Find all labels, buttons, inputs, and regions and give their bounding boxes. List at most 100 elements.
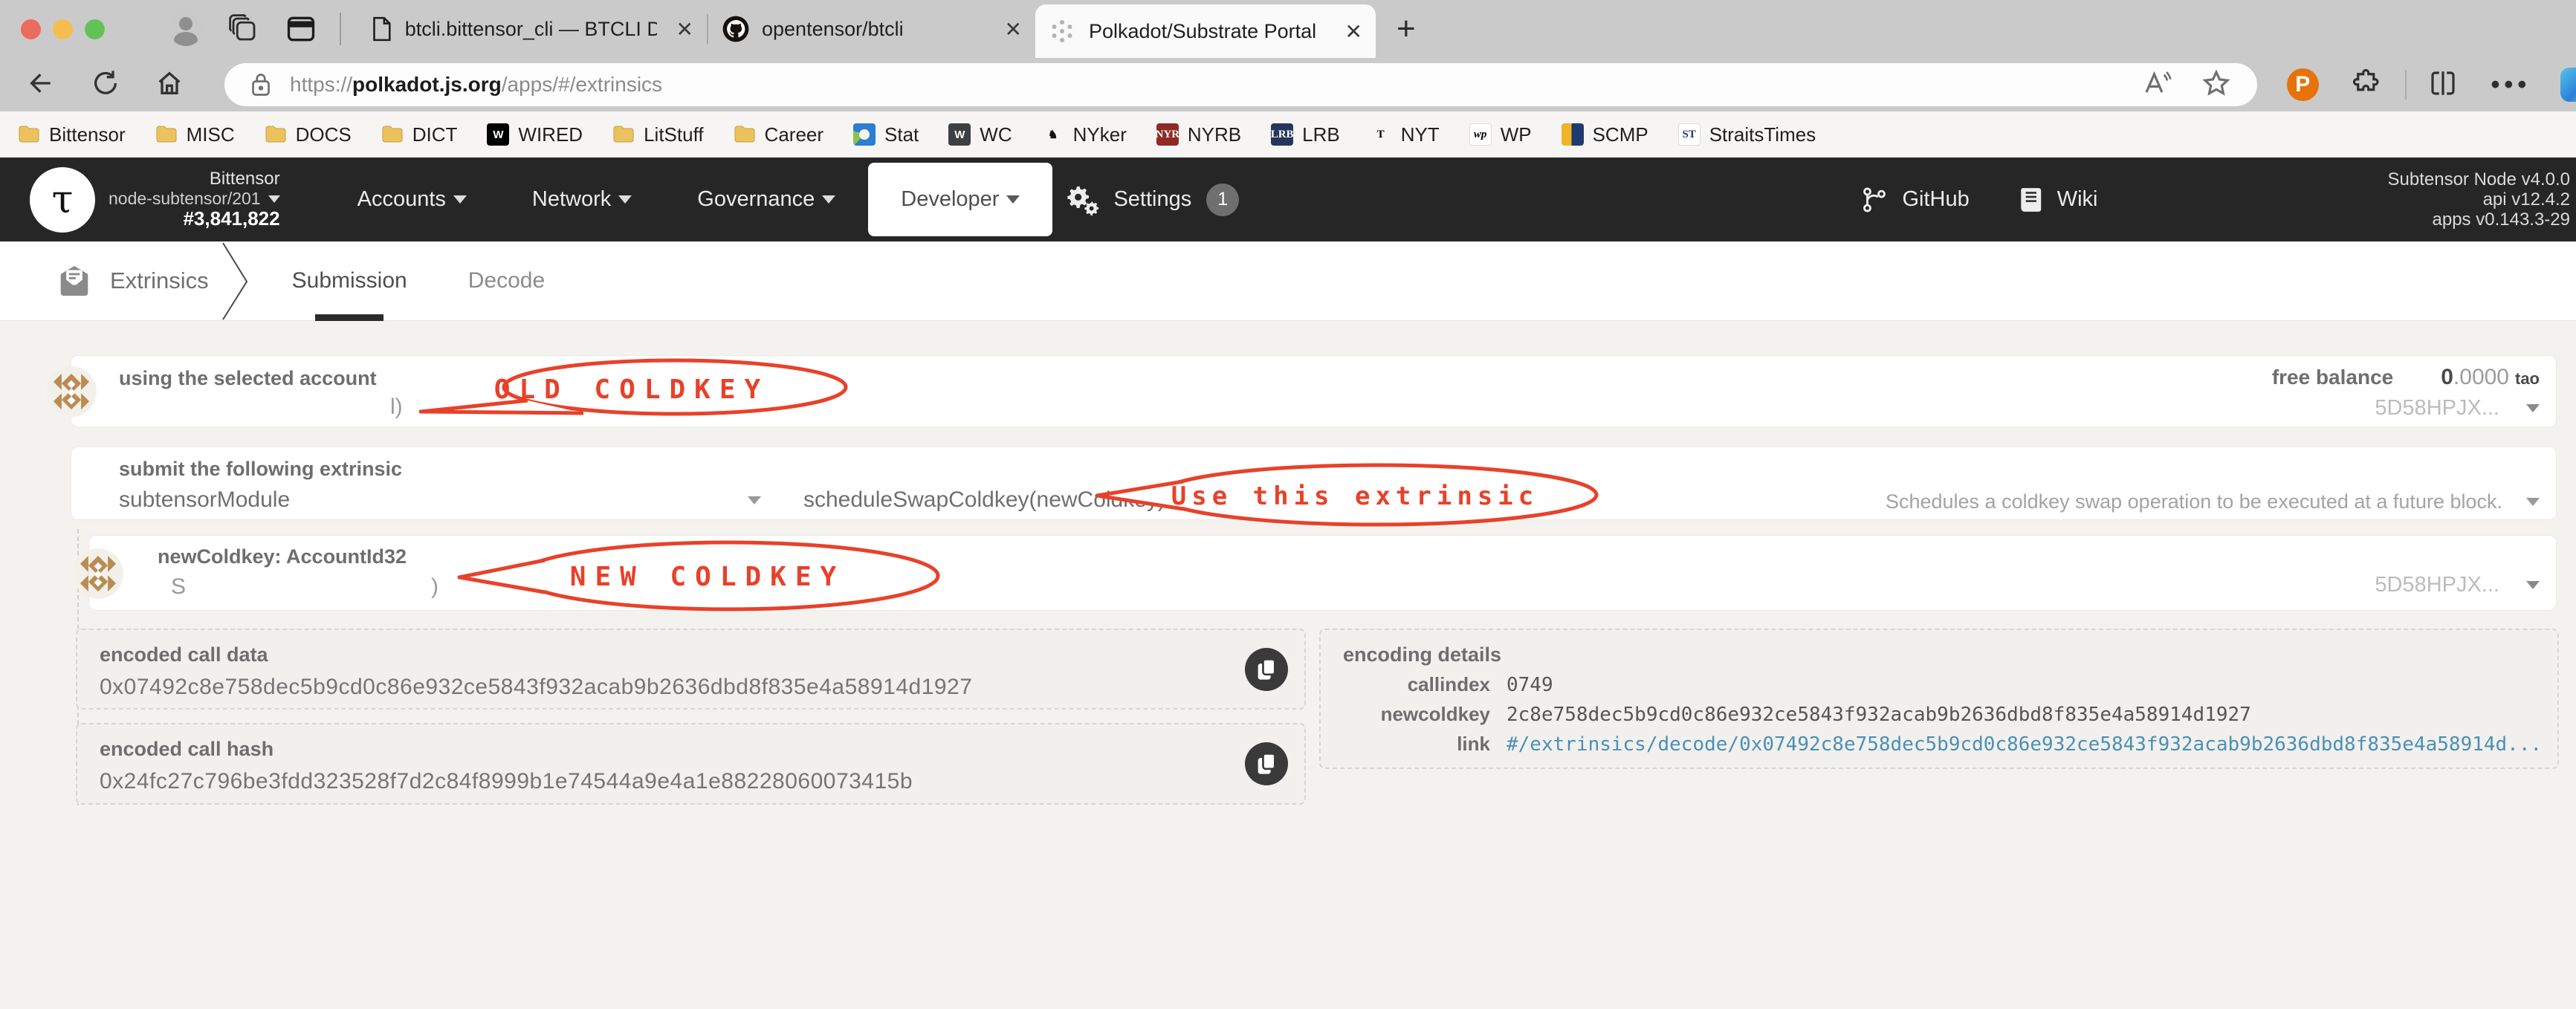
chevron-down-icon[interactable] [2526,404,2540,412]
bookmark-folder-docs[interactable]: DOCS [265,123,352,146]
polkadot-extension-icon[interactable]: P [2286,68,2319,101]
annotation-old-coldkey: OLD COLDKEY [416,358,851,421]
param-identicon [73,548,123,599]
param-label: newColdkey: AccountId32 [158,545,407,568]
tab-decode[interactable]: Decode [468,241,545,321]
chevron-down-icon[interactable] [2526,581,2540,589]
tab-title: Polkadot/Substrate Portal [1089,19,1317,42]
tab-close-icon[interactable]: ✕ [1345,19,1362,44]
bookmark-lrb[interactable]: LRB LRB [1271,123,1340,146]
tab-submission[interactable]: Submission [292,241,407,321]
bookmark-folder-career[interactable]: Career [734,123,823,146]
annotation-new-coldkey: NEW COLDKEY [455,539,945,613]
favorite-star-icon[interactable] [2201,68,2232,103]
bookmark-nyt[interactable]: T NYT [1370,123,1440,146]
folder-icon [382,126,403,143]
browser-toolbar: https://polkadot.js.org/apps/#/extrinsic… [0,58,2576,111]
window-minimize-button[interactable] [53,19,73,39]
annotation-use-this-extrinsic: Use this extrinsic [1091,462,1604,528]
bookmark-wired[interactable]: W WIRED [487,123,583,146]
more-menu-icon[interactable]: ••• [2491,71,2531,100]
bookmark-folder-litstuff[interactable]: LitStuff [612,123,704,146]
bookmark-wc[interactable]: W WC [948,123,1012,146]
book-icon [2020,187,2041,212]
nav-settings[interactable]: Settings 1 [1067,183,1240,216]
browser-tab-github-btcli[interactable]: opentensor/btcli ✕ [708,0,1035,58]
copy-call-data-button[interactable] [1245,647,1288,691]
github-link[interactable]: GitHub [1860,186,1970,214]
detail-row-callindex: callindex 0749 [1407,673,1553,696]
chevron-down-icon[interactable] [748,496,761,504]
new-tab-button[interactable]: + [1397,10,1416,48]
tab-close-icon[interactable]: ✕ [1005,17,1022,42]
nav-developer[interactable]: Developer [868,163,1053,236]
folder-icon [19,126,39,143]
wiki-link[interactable]: Wiki [2017,186,2098,214]
bookmark-stat[interactable]: Stat [853,123,919,146]
encoded-call-data-box: encoded call data 0x07492c8e758dec5b9cd0… [76,629,1306,710]
param-address-short: 5D58HPJX... [2375,573,2499,597]
window-zoom-button[interactable] [85,19,105,39]
sidebar-toggle-icon[interactable] [285,13,317,45]
encoding-details-title: encoding details [1343,643,1502,666]
bookmark-wp[interactable]: wp WP [1469,123,1532,146]
section-extrinsics: Extrinsics [58,266,209,296]
extensions-puzzle-icon[interactable] [2352,68,2383,103]
bookmark-straitstimes[interactable]: ST StraitsTimes [1677,123,1816,146]
chain-info[interactable]: Bittensor node-subtensor/201 #3,841,822 [109,169,280,230]
chevron-down-icon [453,195,467,204]
nav-network[interactable]: Network [499,158,664,241]
bittensor-logo[interactable]: τ [30,166,95,233]
split-screen-icon[interactable] [2427,68,2459,103]
copy-call-hash-button[interactable] [1245,742,1288,785]
nyrb-icon: NYR [1156,123,1179,146]
folder-icon [734,126,755,143]
reader-mode-icon[interactable] [2141,68,2172,103]
version-info: Subtensor Node v4.0.0 api v12.4.2 apps v… [2388,169,2571,230]
gears-icon [1067,186,1099,215]
nav-accounts[interactable]: Accounts [325,158,499,241]
extrinsics-tab-bar: Extrinsics Submission Decode [0,241,2576,321]
param-value-redacted: S) [171,574,439,599]
folder-icon [265,126,286,143]
lrb-icon: LRB [1271,123,1294,146]
reload-icon[interactable] [91,68,120,102]
encoded-call-data-label: encoded call data [100,643,268,666]
bookmark-folder-dict[interactable]: DICT [381,123,457,146]
bookmark-folder-bittensor[interactable]: Bittensor [18,123,126,146]
newyorker-icon: ♞ [1047,129,1058,141]
apps-version: apps v0.143.3-29 [2432,210,2570,230]
chevron-down-icon[interactable] [2526,498,2540,506]
back-icon[interactable] [27,68,56,102]
bookmark-folder-misc[interactable]: MISC [155,123,235,146]
envelope-icon [60,266,88,296]
browser-tab-polkadot-portal[interactable]: Polkadot/Substrate Portal ✕ [1035,4,1376,58]
encoded-call-data-value: 0x07492c8e758dec5b9cd0c86e932ce5843f932a… [100,675,973,699]
tab-close-icon[interactable]: ✕ [676,17,693,42]
browser-tab-btcli-docs[interactable]: btcli.bittensor_cli — BTCLI Docs ✕ [357,0,707,58]
browser-profile-avatar[interactable] [169,12,203,46]
bookmark-nyrb[interactable]: NYR NYRB [1156,123,1241,146]
copilot-icon[interactable] [2560,68,2576,102]
folder-icon [156,126,177,143]
module-select[interactable]: subtensorModule [119,487,290,513]
balance-int: 0 [2441,365,2453,389]
node-version: Subtensor Node v4.0.0 [2387,169,2571,189]
nav-governance[interactable]: Governance [664,158,868,241]
external-links: GitHub Wiki [1860,186,2098,214]
tab-groups-icon[interactable] [228,13,259,45]
encoded-call-hash-box: encoded call hash 0x24fc27c796be3fdd3235… [76,723,1306,805]
bookmark-nyker[interactable]: ♞ NYker [1042,123,1127,146]
wc-icon: W [948,123,971,146]
settings-label: Settings [1113,187,1192,211]
home-icon[interactable] [155,68,184,102]
url-text[interactable]: https://polkadot.js.org/apps/#/extrinsic… [290,73,2113,97]
lock-icon [252,74,270,96]
bookmark-scmp[interactable]: SCMP [1561,123,1648,146]
address-bar[interactable]: https://polkadot.js.org/apps/#/extrinsic… [224,63,2257,106]
window-close-button[interactable] [21,19,41,39]
api-version: api v12.4.2 [2482,189,2570,210]
bookmarks-bar: Bittensor MISC DOCS DICT W WIRED LitStuff… [0,111,2576,158]
chevron-down-icon [1006,195,1020,204]
decode-link[interactable]: #/extrinsics/decode/0x07492c8e758dec5b9c… [1507,733,2542,756]
